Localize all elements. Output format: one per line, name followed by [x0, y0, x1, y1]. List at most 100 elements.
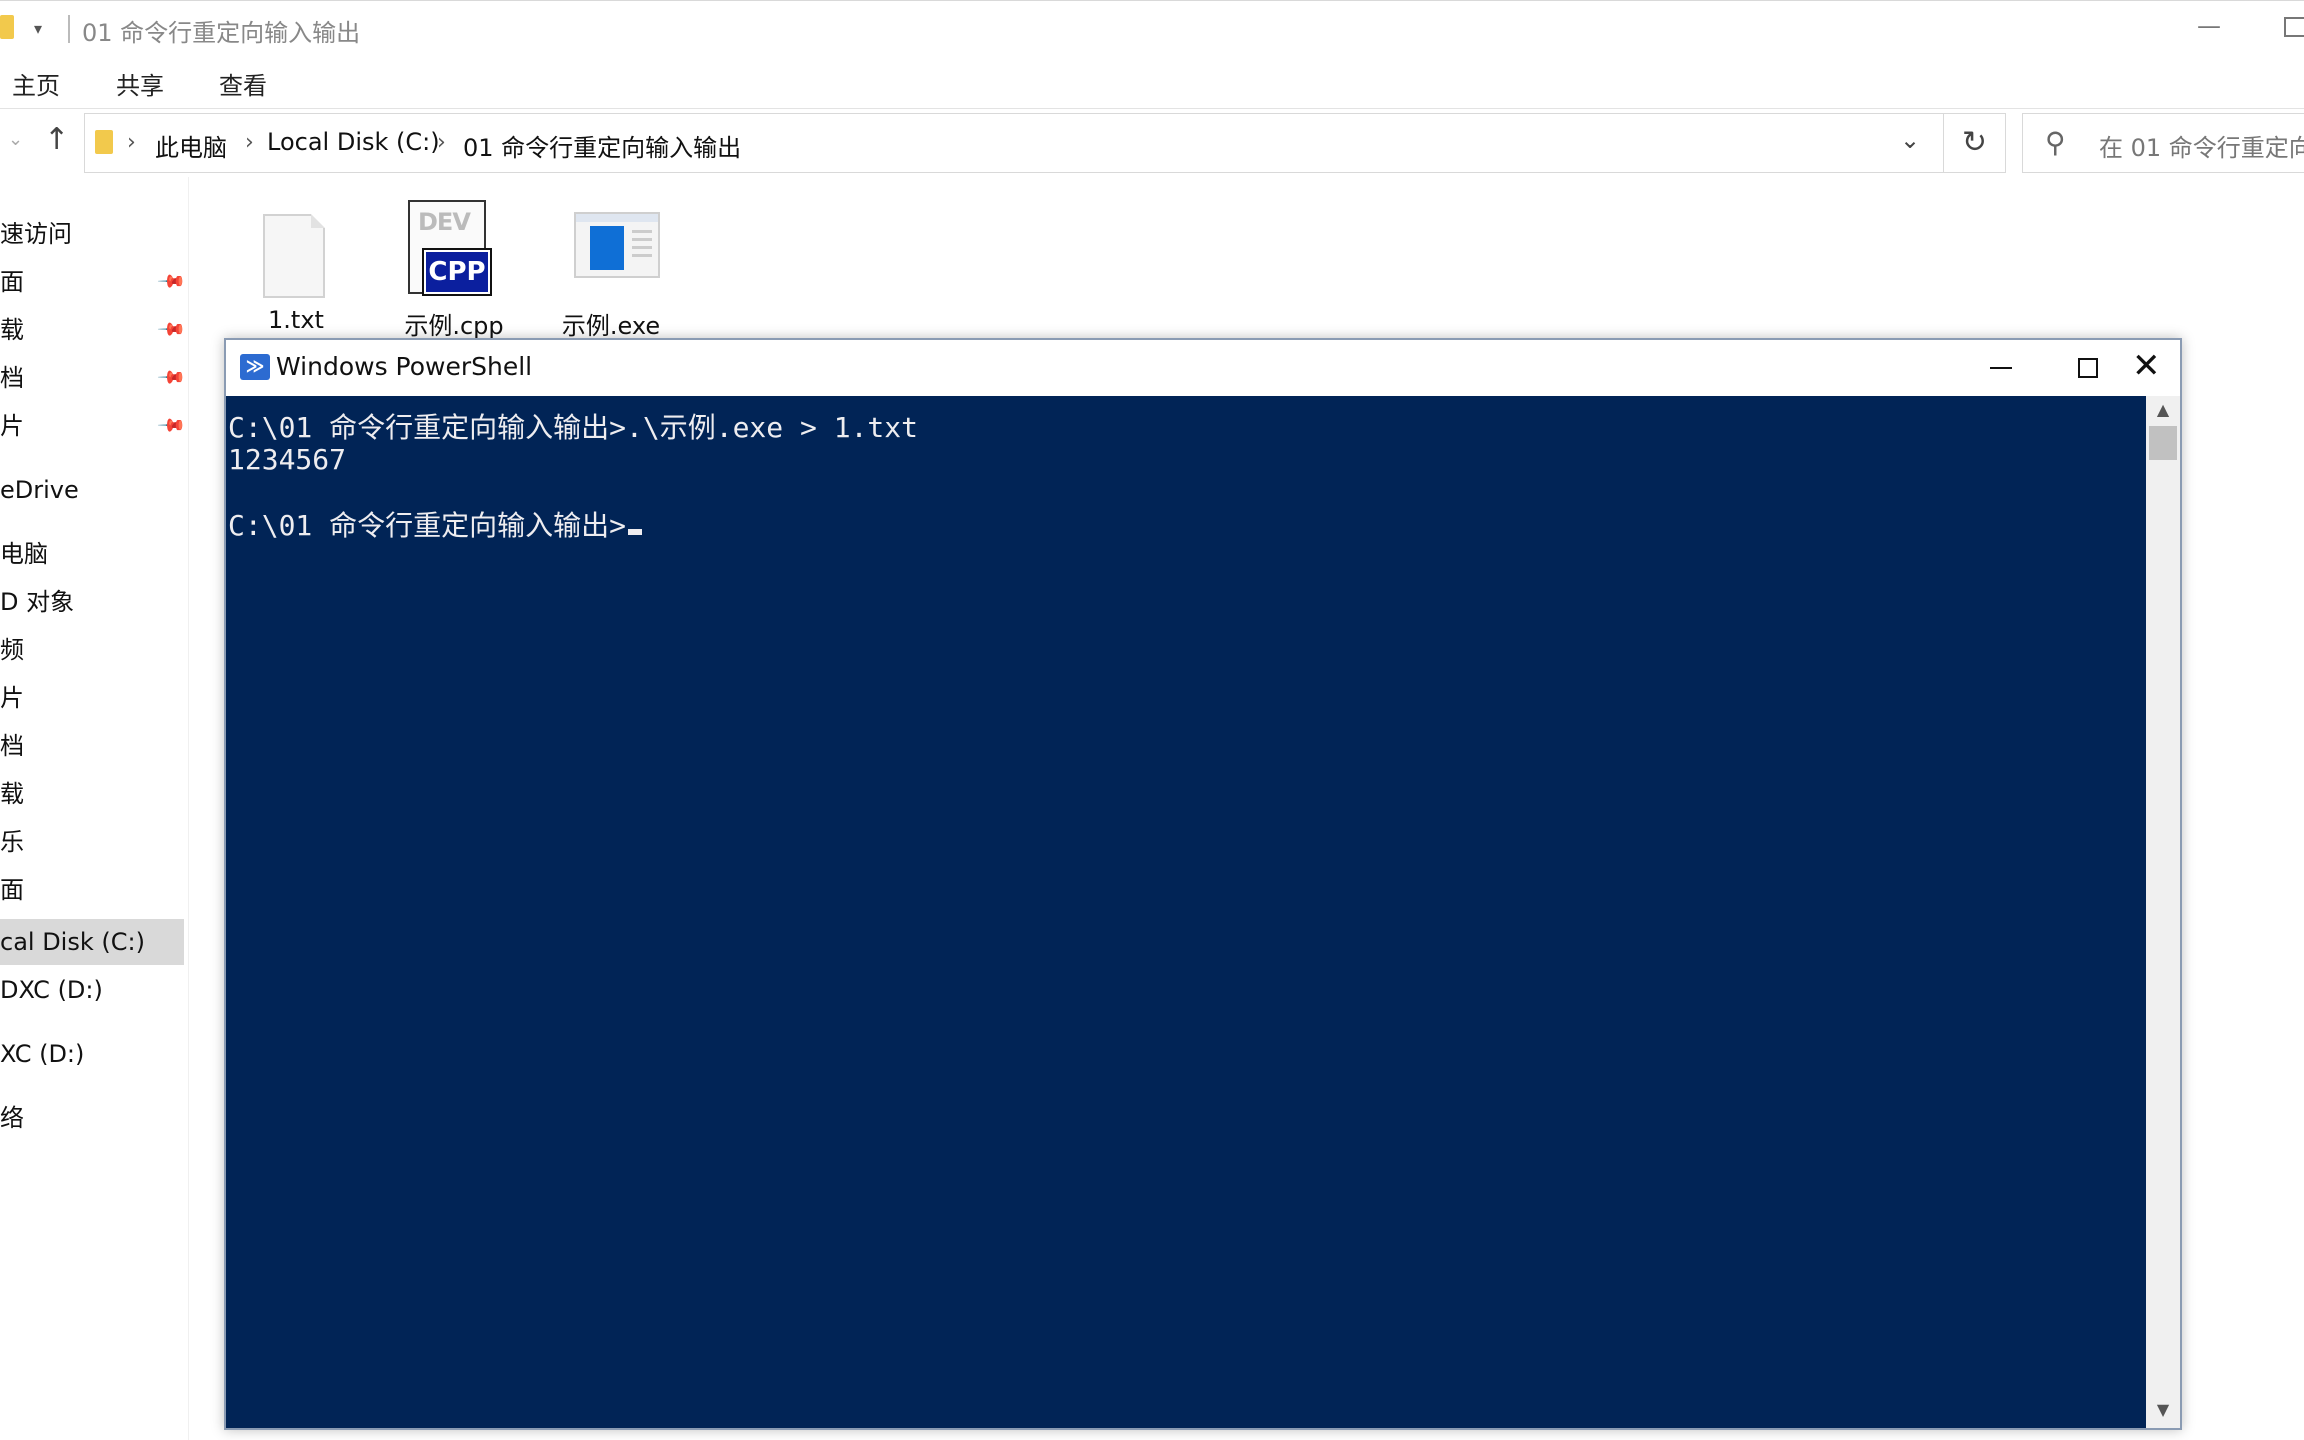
file-name: 示例.exe [561, 312, 661, 340]
console-prompt-line: C:\01 命令行重定向输入输出> [228, 509, 643, 542]
text-cursor [628, 529, 643, 535]
sidebar-item-label: D 对象 [0, 588, 75, 616]
console-scrollbar[interactable]: ▲ ▼ [2146, 396, 2180, 1428]
close-button[interactable]: ✕ [2126, 340, 2180, 396]
sidebar-item-music[interactable]: 乐 [0, 819, 184, 865]
file-name: 示例.cpp [404, 312, 504, 340]
sidebar-item-drive-d-2[interactable]: XC (D:) [0, 1031, 184, 1077]
cpp-icon-badge: CPP [424, 250, 490, 294]
maximize-button[interactable] [2284, 17, 2304, 37]
sidebar-item-this-pc[interactable]: 电脑 [0, 531, 184, 577]
console-prompt: C:\01 命令行重定向输入输出> [228, 509, 627, 542]
sidebar-item-pictures-pinned[interactable]: 片 📌 [0, 403, 184, 449]
minimize-button[interactable]: — [2194, 11, 2224, 41]
pin-icon: 📌 [156, 362, 184, 393]
tab-share[interactable]: 共享 [116, 66, 164, 101]
sidebar-item-label: 络 [0, 1104, 24, 1132]
breadcrumb-current-folder[interactable]: 01 命令行重定向输入输出 [463, 128, 741, 163]
sidebar-item-label: DXC (D:) [0, 976, 103, 1004]
sidebar-item-label: 电脑 [0, 540, 48, 568]
sidebar-item-label: XC (D:) [0, 1040, 85, 1068]
recent-locations-chevron-icon[interactable]: ⌄ [8, 129, 23, 150]
address-dropdown-icon[interactable]: ⌄ [1900, 126, 1920, 154]
exe-file-icon [574, 212, 660, 278]
scroll-up-icon[interactable]: ▲ [2146, 400, 2180, 424]
file-item-exe[interactable]: 示例.exe [546, 180, 676, 340]
console-line: 1234567 [228, 443, 347, 476]
text-file-icon [263, 214, 325, 298]
search-box[interactable]: ⚲ 在 01 命令行重定向输入输出 中搜索 [2022, 113, 2304, 173]
maximize-icon [2078, 358, 2098, 378]
file-item-1-txt[interactable]: 1.txt [231, 190, 361, 340]
sidebar-item-label: 片 [0, 412, 24, 440]
navigation-bar: ⌄ ↑ › 此电脑 › Local Disk (C:) › 01 命令行重定向输… [0, 109, 2304, 177]
sidebar-item-label: 档 [0, 364, 24, 392]
sidebar-item-label: eDrive [0, 476, 79, 504]
sidebar-item-network[interactable]: 络 [0, 1095, 184, 1141]
sidebar-item-local-disk-c[interactable]: cal Disk (C:) [0, 919, 184, 965]
powershell-window[interactable]: ≫ Windows PowerShell ✕ C:\01 命令行重定向输入输出>… [224, 338, 2182, 1430]
breadcrumb-chevron-icon[interactable]: › [437, 130, 446, 155]
sidebar-item-quick-access[interactable]: 速访问 [0, 211, 184, 257]
exe-icon-line [632, 246, 652, 249]
explorer-title-bar: ▾ 01 命令行重定向输入输出 — [0, 0, 2304, 59]
scrollbar-thumb[interactable] [2149, 426, 2177, 460]
search-input[interactable]: 在 01 命令行重定向输入输出 中搜索 [2099, 128, 2304, 163]
navigation-pane: 速访问 面 📌 载 📌 档 📌 片 📌 eDrive 电脑 D 对象 频 片 档 载 乐… [0, 177, 189, 1440]
breadcrumb-chevron-icon[interactable]: › [245, 130, 254, 155]
scroll-down-icon[interactable]: ▼ [2146, 1400, 2180, 1424]
minimize-icon [1990, 367, 2012, 369]
sidebar-item-desktop[interactable]: 面 [0, 867, 184, 913]
pin-icon: 📌 [156, 314, 184, 345]
exe-icon-titlebar [576, 214, 658, 222]
file-item-cpp[interactable]: DEV CPP 示例.cpp [389, 180, 519, 340]
powershell-title-bar[interactable]: ≫ Windows PowerShell ✕ [226, 340, 2180, 396]
sidebar-item-downloads[interactable]: 载 [0, 771, 184, 817]
sidebar-item-label: 档 [0, 732, 24, 760]
console-line: C:\01 命令行重定向输入输出>.\示例.exe > 1.txt [228, 411, 919, 444]
sidebar-item-documents[interactable]: 档 [0, 723, 184, 769]
quick-access-dropdown-icon[interactable]: ▾ [34, 19, 42, 38]
sidebar-item-documents-pinned[interactable]: 档 📌 [0, 355, 184, 401]
exe-icon-panel [590, 226, 624, 270]
sidebar-item-3d-objects[interactable]: D 对象 [0, 579, 184, 625]
sidebar-item-label: 面 [0, 876, 24, 904]
sidebar-item-label: 面 [0, 268, 24, 296]
sidebar-item-label: 频 [0, 636, 24, 664]
breadcrumb-chevron-icon[interactable]: › [127, 130, 136, 155]
sidebar-item-drive-d[interactable]: DXC (D:) [0, 967, 184, 1013]
sidebar-item-downloads-pinned[interactable]: 载 📌 [0, 307, 184, 353]
minimize-button[interactable] [1954, 340, 2044, 396]
sidebar-item-videos[interactable]: 频 [0, 627, 184, 673]
sidebar-item-label: 载 [0, 316, 24, 344]
ribbon-tabs: 主页 共享 查看 [0, 58, 2304, 109]
sidebar-item-onedrive[interactable]: eDrive [0, 467, 184, 513]
exe-icon-line [632, 254, 652, 257]
sidebar-item-label: 速访问 [0, 220, 72, 248]
powershell-icon: ≫ [240, 354, 270, 380]
sidebar-item-label: 乐 [0, 828, 24, 856]
breadcrumb-this-pc[interactable]: 此电脑 [155, 128, 227, 163]
exe-icon-line [632, 238, 652, 241]
breadcrumb-local-disk[interactable]: Local Disk (C:) [267, 128, 440, 156]
powershell-title: Windows PowerShell [276, 352, 533, 381]
cpp-icon-dev-text: DEV [418, 208, 471, 236]
exe-icon-line [632, 230, 652, 233]
search-icon: ⚲ [2045, 126, 2066, 159]
sidebar-item-label: 载 [0, 780, 24, 808]
pin-icon: 📌 [156, 410, 184, 441]
close-icon: ✕ [2132, 346, 2161, 386]
tab-home[interactable]: 主页 [12, 66, 60, 101]
tab-view[interactable]: 查看 [219, 66, 267, 101]
maximize-button[interactable] [2042, 340, 2132, 396]
sidebar-item-desktop-pinned[interactable]: 面 📌 [0, 259, 184, 305]
sidebar-item-label: cal Disk (C:) [0, 928, 145, 956]
up-arrow-button[interactable]: ↑ [44, 125, 69, 155]
pin-icon: 📌 [156, 266, 184, 297]
console-output[interactable]: C:\01 命令行重定向输入输出>.\示例.exe > 1.txt 123456… [226, 396, 2146, 1428]
window-title: 01 命令行重定向输入输出 [82, 19, 361, 47]
refresh-button[interactable]: ↻ [1944, 113, 2006, 173]
sidebar-item-pictures[interactable]: 片 [0, 675, 184, 721]
address-bar[interactable]: › 此电脑 › Local Disk (C:) › 01 命令行重定向输入输出 … [84, 113, 1944, 173]
file-name: 1.txt [268, 306, 324, 334]
